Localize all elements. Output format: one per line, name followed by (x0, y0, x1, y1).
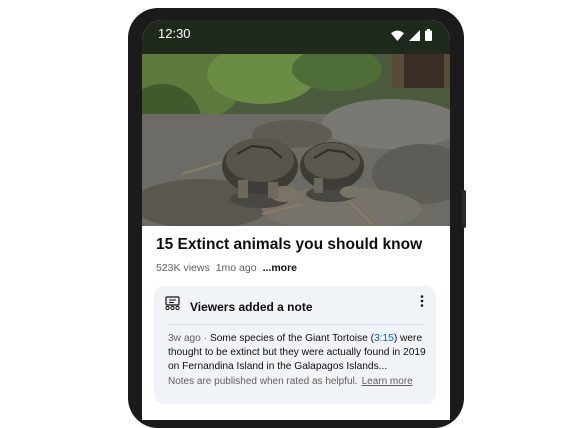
phone-screen: 12:30 15 Extinct animals you should know… (142, 20, 450, 420)
signal-icon (409, 28, 420, 46)
video-title[interactable]: 15 Extinct animals you should know (156, 236, 422, 254)
video-player[interactable] (142, 54, 450, 226)
note-footer: Notes are published when rated as helpfu… (168, 376, 413, 387)
status-time: 12:30 (158, 26, 191, 41)
note-timestamp-link[interactable]: 3:15 (374, 333, 394, 344)
viewer-note-card: Viewers added a note 3w ago · Some speci… (154, 286, 436, 404)
video-thumbnail-tortoises (142, 54, 450, 226)
learn-more-link[interactable]: Learn more (362, 376, 413, 387)
note-footer-text: Notes are published when rated as helpfu… (168, 376, 358, 387)
view-count: 523K views (156, 262, 210, 274)
note-heading: Viewers added a note (190, 299, 313, 314)
card-divider (168, 324, 424, 325)
wifi-icon (391, 28, 404, 46)
more-button[interactable]: ...more (263, 262, 297, 274)
note-separator: · (203, 333, 208, 344)
phone-side-button (462, 190, 466, 228)
note-text-before: Some species of the Giant Tortoise ( (209, 333, 374, 344)
battery-icon (425, 28, 432, 46)
note-age: 3w ago (168, 333, 201, 344)
upload-age: 1mo ago (215, 262, 257, 274)
status-bar: 12:30 (142, 20, 450, 54)
more-options-icon[interactable] (416, 294, 428, 313)
note-text: 3w ago · Some species of the Giant Torto… (168, 332, 430, 374)
video-metadata: 523K views 1mo ago ...more (156, 262, 297, 274)
community-notes-icon (164, 296, 182, 317)
